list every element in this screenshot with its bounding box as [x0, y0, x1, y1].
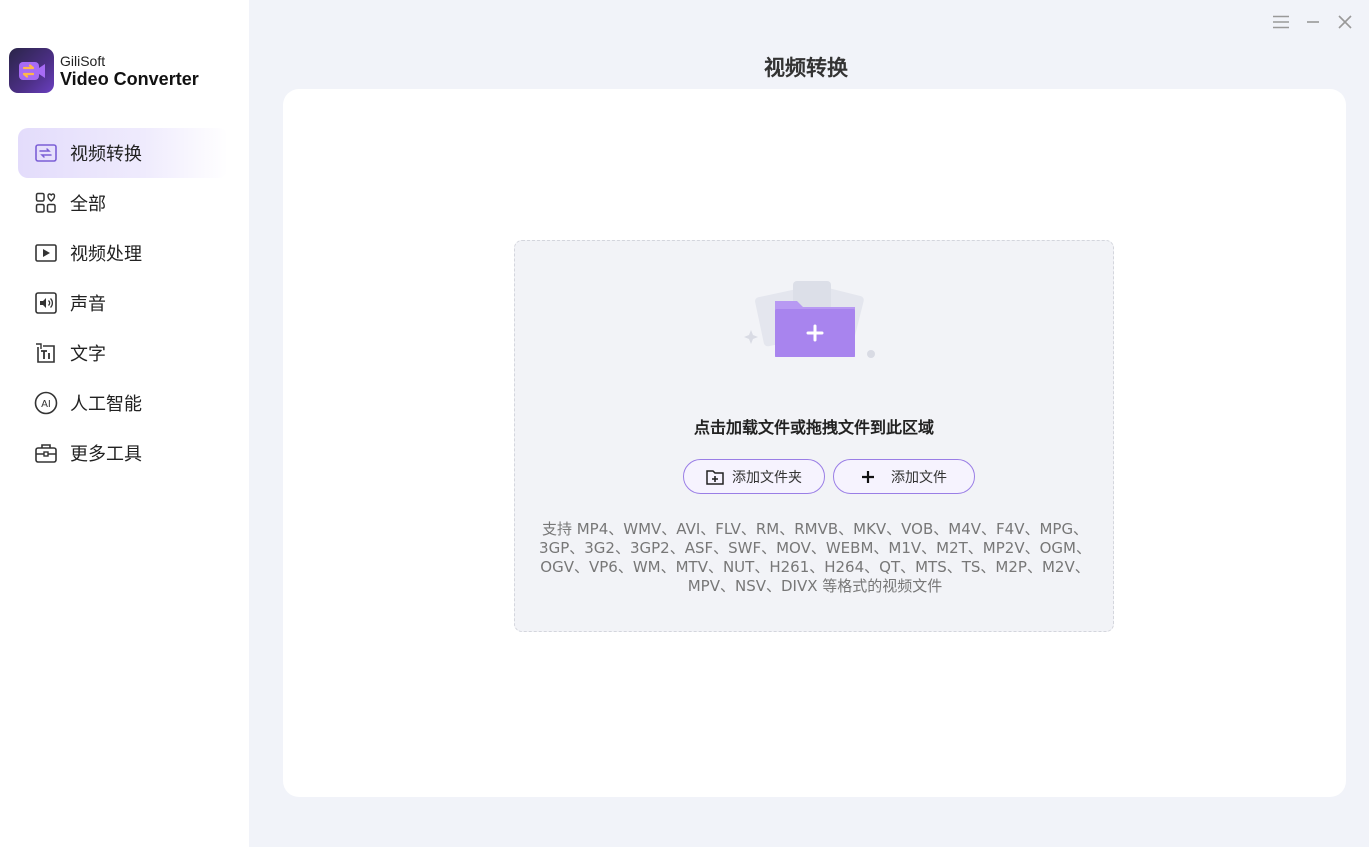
- sidebar-item-label: 更多工具: [70, 444, 142, 465]
- main-card: 点击加载文件或拖拽文件到此区域 添加文件夹 添加文件 支持 MP4、WMV、AV…: [283, 89, 1346, 797]
- add-folder-illustration-icon: [741, 277, 881, 367]
- text-icon: [34, 341, 58, 365]
- sidebar-item-audio[interactable]: 声音: [18, 278, 228, 328]
- sidebar: GiliSoft Video Converter 视频转换 全部 视频处理 声音…: [0, 0, 249, 847]
- drop-hint-text: 点击加载文件或拖拽文件到此区域: [693, 418, 934, 437]
- sidebar-item-all[interactable]: 全部: [18, 178, 228, 228]
- sidebar-item-label: 声音: [70, 294, 106, 315]
- close-icon[interactable]: [1335, 12, 1355, 32]
- brand-name: GiliSoft: [60, 52, 106, 69]
- window-controls: [1271, 12, 1355, 32]
- sidebar-item-label: 全部: [70, 194, 106, 215]
- add-buttons: 添加文件夹 添加文件: [683, 459, 975, 494]
- sidebar-item-video-processing[interactable]: 视频处理: [18, 228, 228, 278]
- svg-text:AI: AI: [41, 399, 51, 410]
- video-convert-icon: [34, 141, 58, 165]
- minimize-icon[interactable]: [1303, 12, 1323, 32]
- brand-product: Video Converter: [60, 68, 199, 89]
- sidebar-item-text[interactable]: 文字: [18, 328, 228, 378]
- add-file-label: 添加文件: [891, 469, 947, 486]
- toolbox-icon: [34, 441, 58, 465]
- menu-icon[interactable]: [1271, 12, 1291, 32]
- page-title: 视频转换: [764, 56, 848, 80]
- add-folder-label: 添加文件夹: [732, 469, 802, 486]
- brand: GiliSoft Video Converter: [9, 48, 199, 93]
- supported-formats-text: 支持 MP4、WMV、AVI、FLV、RM、RMVB、MKV、VOB、M4V、F…: [539, 520, 1091, 595]
- sidebar-item-label: 视频处理: [70, 244, 142, 265]
- folder-plus-icon: [706, 469, 724, 485]
- add-folder-button[interactable]: 添加文件夹: [683, 459, 825, 494]
- add-file-button[interactable]: 添加文件: [833, 459, 975, 494]
- audio-icon: [34, 291, 58, 315]
- sidebar-item-label: 视频转换: [70, 144, 142, 165]
- sidebar-item-label: 文字: [70, 344, 106, 365]
- app-logo-icon: [9, 48, 54, 93]
- sidebar-item-label: 人工智能: [70, 394, 142, 415]
- sidebar-item-video-convert[interactable]: 视频转换: [18, 128, 228, 178]
- play-icon: [34, 241, 58, 265]
- grid-icon: [34, 191, 58, 215]
- ai-icon: AI: [34, 391, 58, 415]
- plus-icon: [861, 470, 875, 484]
- sidebar-item-ai[interactable]: AI 人工智能: [18, 378, 228, 428]
- sidebar-nav: 视频转换 全部 视频处理 声音 文字 AI 人工智能 更多工具: [18, 128, 228, 478]
- file-drop-zone[interactable]: 点击加载文件或拖拽文件到此区域 添加文件夹 添加文件 支持 MP4、WMV、AV…: [514, 240, 1114, 632]
- sidebar-item-more-tools[interactable]: 更多工具: [18, 428, 228, 478]
